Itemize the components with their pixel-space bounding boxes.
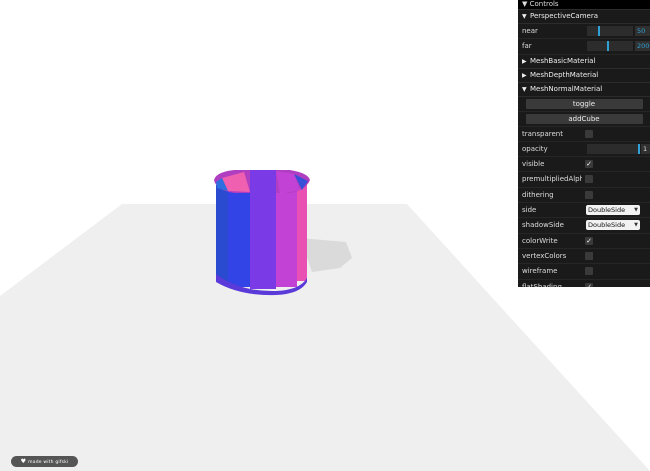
shadow-side-select[interactable]: DoubleSide ▼ bbox=[586, 220, 640, 231]
toggle-row: toggle bbox=[518, 97, 650, 112]
chevron-down-icon: ▼ bbox=[634, 207, 638, 214]
flat-shading-checkbox[interactable]: ✓ bbox=[585, 282, 593, 287]
folder-mesh-depth-material[interactable]: ▶ MeshDepthMaterial bbox=[518, 69, 650, 83]
slider-handle[interactable] bbox=[607, 41, 609, 52]
shadow-side-control: shadowSide DoubleSide ▼ bbox=[518, 218, 650, 234]
chevron-down-icon: ▼ bbox=[522, 85, 527, 93]
vertex-colors-checkbox[interactable] bbox=[585, 251, 593, 260]
premultiplied-alpha-control: premultipliedAlpha bbox=[518, 172, 650, 188]
folder-mesh-normal-material[interactable]: ▼ MeshNormalMaterial bbox=[518, 83, 650, 97]
slider-handle[interactable] bbox=[638, 143, 640, 154]
chevron-right-icon: ▶ bbox=[522, 71, 527, 79]
chevron-down-icon: ▼ bbox=[634, 222, 638, 229]
cylinder-mesh bbox=[214, 170, 310, 296]
opacity-input[interactable]: 1 bbox=[641, 143, 650, 154]
heart-logo-icon: ♥ bbox=[20, 458, 27, 465]
opacity-slider[interactable] bbox=[587, 143, 640, 154]
add-cube-button[interactable]: addCube bbox=[525, 113, 643, 124]
checkmark-icon: ✓ bbox=[586, 236, 592, 245]
made-with-gifski-badge: ♥ made with gifski bbox=[11, 456, 78, 467]
opacity-control: opacity 1 bbox=[518, 142, 650, 158]
side-select[interactable]: DoubleSide ▼ bbox=[586, 205, 640, 216]
side-control: side DoubleSide ▼ bbox=[518, 203, 650, 219]
far-control: far 200 bbox=[518, 39, 650, 55]
premultiplied-alpha-checkbox[interactable] bbox=[585, 175, 593, 184]
toggle-button[interactable]: toggle bbox=[525, 98, 643, 109]
wireframe-checkbox[interactable] bbox=[585, 267, 593, 276]
near-control: near 50 bbox=[518, 24, 650, 40]
transparent-checkbox[interactable] bbox=[585, 129, 593, 138]
gui-title[interactable]: ▼ Controls bbox=[518, 0, 650, 10]
chevron-right-icon: ▶ bbox=[522, 57, 527, 65]
near-slider[interactable] bbox=[587, 26, 633, 36]
color-write-control: colorWrite ✓ bbox=[518, 234, 650, 249]
chevron-down-icon: ▼ bbox=[522, 13, 527, 20]
chevron-down-icon: ▼ bbox=[522, 0, 528, 8]
near-input[interactable]: 50 bbox=[635, 26, 650, 36]
vertex-colors-control: vertexColors bbox=[518, 249, 650, 265]
checkmark-icon: ✓ bbox=[586, 160, 592, 169]
folder-mesh-basic-material[interactable]: ▶ MeshBasicMaterial bbox=[518, 55, 650, 69]
checkmark-icon: ✓ bbox=[586, 282, 592, 287]
far-slider[interactable] bbox=[587, 41, 633, 52]
folder-perspective-camera[interactable]: ▼ PerspectiveCamera bbox=[518, 10, 650, 24]
add-cube-row: addCube bbox=[518, 112, 650, 127]
dat-gui-panel: ▼ Controls ▼ PerspectiveCamera near 50 fa… bbox=[518, 0, 650, 287]
slider-handle[interactable] bbox=[598, 26, 600, 36]
wireframe-control: wireframe bbox=[518, 264, 650, 280]
transparent-control: transparent bbox=[518, 127, 650, 142]
far-input[interactable]: 200 bbox=[635, 41, 650, 52]
visible-checkbox[interactable]: ✓ bbox=[585, 160, 593, 169]
color-write-checkbox[interactable]: ✓ bbox=[585, 236, 593, 245]
flat-shading-control: flatShading ✓ bbox=[518, 280, 650, 287]
dithering-control: dithering bbox=[518, 188, 650, 204]
dithering-checkbox[interactable] bbox=[585, 190, 593, 199]
visible-control: visible ✓ bbox=[518, 157, 650, 173]
